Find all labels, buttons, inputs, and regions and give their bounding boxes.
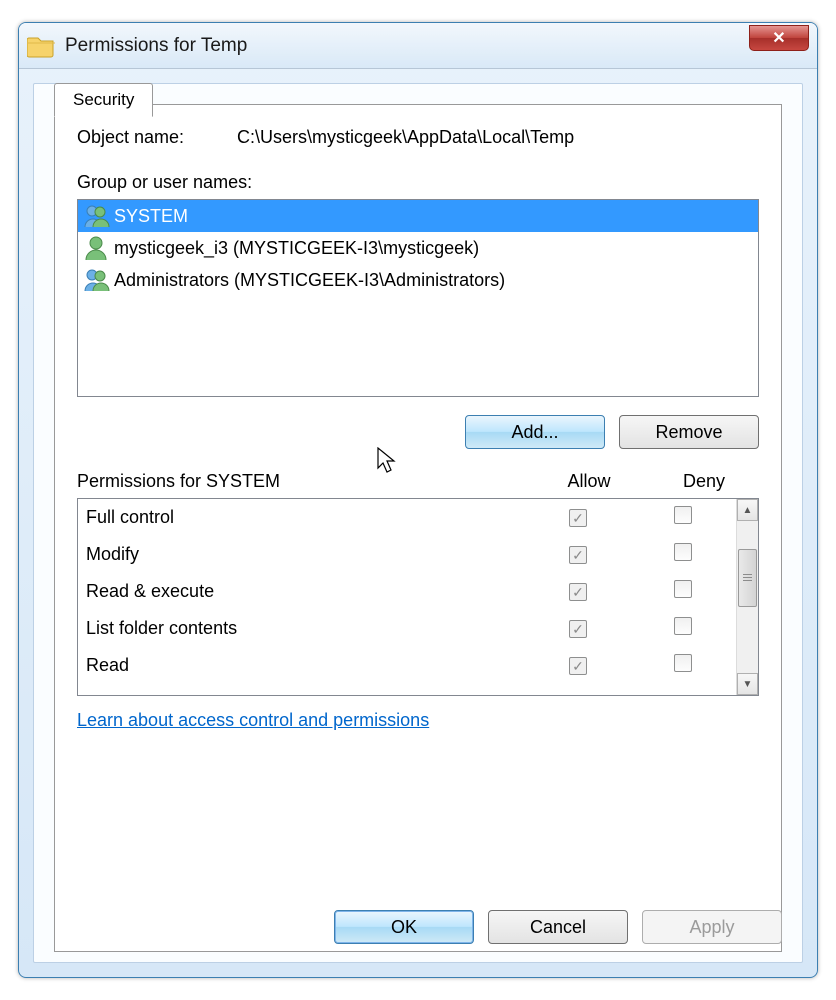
perm-title: Permissions for SYSTEM xyxy=(77,471,529,492)
group-icon xyxy=(82,267,110,293)
permission-row: List folder contents ✓ xyxy=(78,610,736,647)
permissions-box: Full control ✓ Modify ✓ Read & execute ✓ xyxy=(77,498,759,696)
permission-name: Read & execute xyxy=(86,581,518,602)
users-listbox[interactable]: SYSTEM mysticgeek_i3 (MYSTICGEEK-I3\myst… xyxy=(77,199,759,397)
scroll-track[interactable] xyxy=(737,521,758,673)
close-icon: ✕ xyxy=(772,28,785,48)
permission-name: Read xyxy=(86,655,518,676)
add-remove-row: Add... Remove xyxy=(77,415,759,449)
window-title: Permissions for Temp xyxy=(65,35,247,57)
scroll-thumb[interactable] xyxy=(738,549,757,607)
cancel-button[interactable]: Cancel xyxy=(488,910,628,944)
deny-checkbox[interactable] xyxy=(674,617,692,635)
scrollbar[interactable]: ▲ ▼ xyxy=(736,499,758,695)
perm-allow-header: Allow xyxy=(529,471,649,492)
folder-icon xyxy=(27,34,55,58)
object-name-label: Object name: xyxy=(77,127,237,148)
permission-row: Modify ✓ xyxy=(78,536,736,573)
list-item-label: mysticgeek_i3 (MYSTICGEEK-I3\mysticgeek) xyxy=(114,238,479,259)
help-link[interactable]: Learn about access control and permissio… xyxy=(77,710,429,731)
permission-name: Modify xyxy=(86,544,518,565)
apply-button[interactable]: Apply xyxy=(642,910,782,944)
list-item-label: Administrators (MYSTICGEEK-I3\Administra… xyxy=(114,270,505,291)
perm-deny-header: Deny xyxy=(649,471,759,492)
tab-content: Object name: C:\Users\mysticgeek\AppData… xyxy=(54,104,782,952)
dialog-body: Security Object name: C:\Users\mysticgee… xyxy=(19,69,817,977)
permission-row: Read ✓ xyxy=(78,647,736,684)
allow-checkbox[interactable]: ✓ xyxy=(569,546,587,564)
deny-checkbox[interactable] xyxy=(674,654,692,672)
deny-checkbox[interactable] xyxy=(674,580,692,598)
group-icon xyxy=(82,203,110,229)
object-path: C:\Users\mysticgeek\AppData\Local\Temp xyxy=(237,127,574,148)
inner-panel: Security Object name: C:\Users\mysticgee… xyxy=(33,83,803,963)
object-name-row: Object name: C:\Users\mysticgeek\AppData… xyxy=(77,127,759,148)
dialog-buttons: OK Cancel Apply xyxy=(334,910,782,944)
permission-name: Full control xyxy=(86,507,518,528)
deny-checkbox[interactable] xyxy=(674,543,692,561)
list-item[interactable]: mysticgeek_i3 (MYSTICGEEK-I3\mysticgeek) xyxy=(78,232,758,264)
list-item-label: SYSTEM xyxy=(114,206,188,227)
remove-button[interactable]: Remove xyxy=(619,415,759,449)
scroll-down-button[interactable]: ▼ xyxy=(737,673,758,695)
allow-checkbox[interactable]: ✓ xyxy=(569,657,587,675)
allow-checkbox[interactable]: ✓ xyxy=(569,583,587,601)
permissions-header: Permissions for SYSTEM Allow Deny xyxy=(77,471,759,492)
group-users-label: Group or user names: xyxy=(77,172,759,193)
permission-name: List folder contents xyxy=(86,618,518,639)
tab-security[interactable]: Security xyxy=(54,83,153,117)
permissions-dialog: Permissions for Temp ✕ Security Object n… xyxy=(18,22,818,978)
add-button[interactable]: Add... xyxy=(465,415,605,449)
tab-strip: Security xyxy=(54,83,153,117)
close-button[interactable]: ✕ xyxy=(749,25,809,51)
list-item[interactable]: Administrators (MYSTICGEEK-I3\Administra… xyxy=(78,264,758,296)
ok-button[interactable]: OK xyxy=(334,910,474,944)
permissions-list[interactable]: Full control ✓ Modify ✓ Read & execute ✓ xyxy=(78,499,736,695)
scroll-up-button[interactable]: ▲ xyxy=(737,499,758,521)
titlebar[interactable]: Permissions for Temp ✕ xyxy=(19,23,817,69)
deny-checkbox[interactable] xyxy=(674,506,692,524)
allow-checkbox[interactable]: ✓ xyxy=(569,620,587,638)
allow-checkbox[interactable]: ✓ xyxy=(569,509,587,527)
permission-row: Full control ✓ xyxy=(78,499,736,536)
list-item[interactable]: SYSTEM xyxy=(78,200,758,232)
permission-row: Read & execute ✓ xyxy=(78,573,736,610)
user-icon xyxy=(82,235,110,261)
